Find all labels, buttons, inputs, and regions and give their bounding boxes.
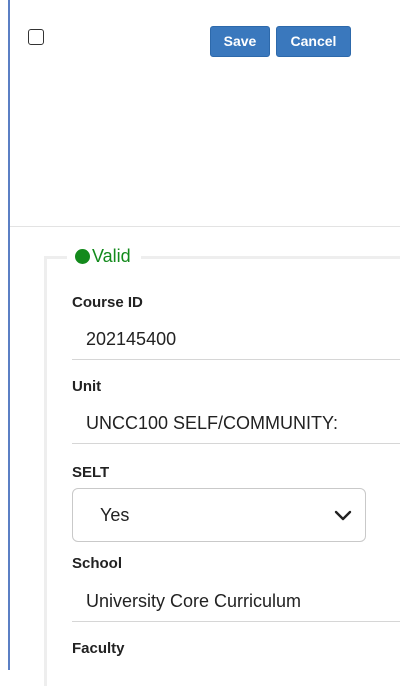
- status-dot-icon: [75, 248, 90, 264]
- school-label: School: [72, 555, 123, 572]
- record-toolbar-row: Save Cancel: [10, 0, 400, 227]
- faculty-label: Faculty: [72, 640, 125, 657]
- cancel-button[interactable]: Cancel: [276, 26, 351, 57]
- selt-label: SELT: [72, 464, 110, 481]
- unit-field[interactable]: UNCC100 SELF/COMMUNITY:: [72, 402, 400, 444]
- selt-select[interactable]: Yes: [72, 488, 366, 542]
- unit-label: Unit: [72, 378, 102, 395]
- status-label: Valid: [92, 245, 131, 266]
- selt-selected-value: Yes: [100, 505, 130, 525]
- row-select-checkbox[interactable]: [28, 29, 44, 45]
- validation-status: Valid: [67, 243, 141, 269]
- save-button[interactable]: Save: [210, 26, 270, 57]
- course-id-field[interactable]: 202145400: [72, 318, 400, 360]
- school-field[interactable]: University Core Curriculum: [72, 580, 400, 622]
- course-id-label: Course ID: [72, 294, 143, 311]
- chevron-down-icon: [334, 510, 352, 521]
